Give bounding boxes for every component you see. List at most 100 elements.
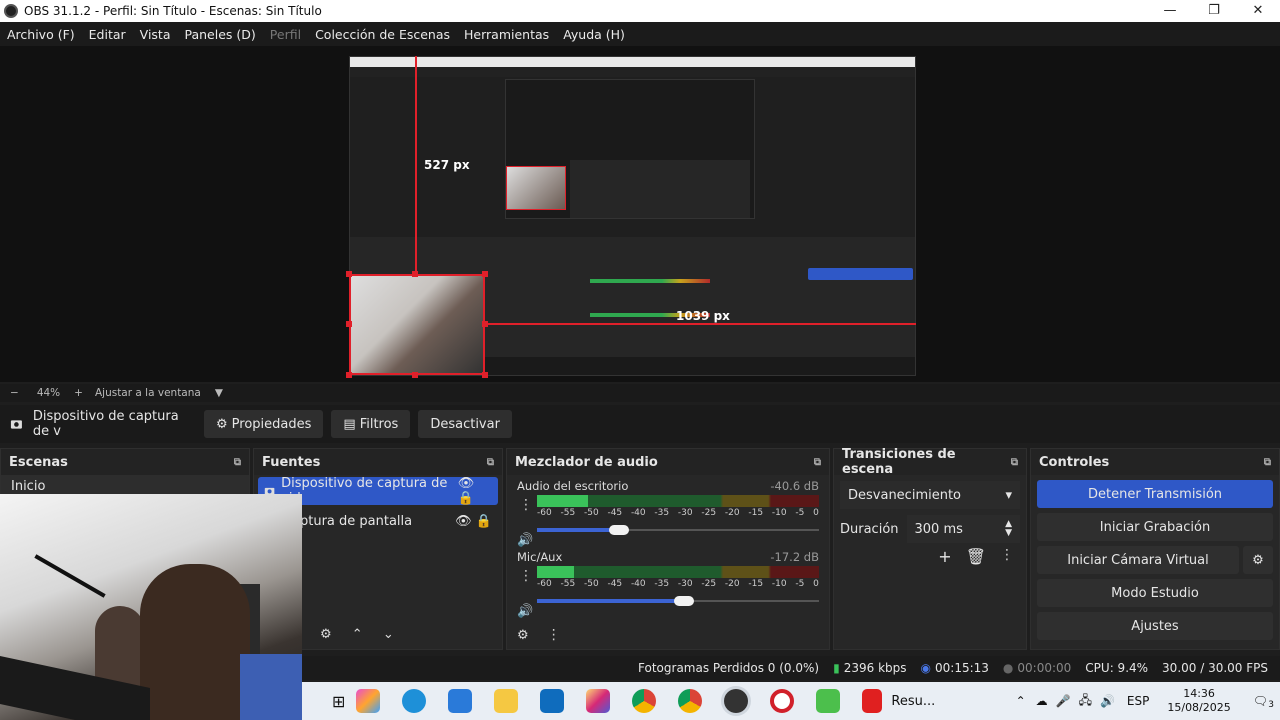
undock-icon[interactable]: ⧉ [1264,457,1271,468]
tick-label: -10 [771,579,787,589]
resize-handle-tl[interactable] [346,271,352,277]
channel-menu-icon[interactable]: ⋮ [519,568,533,584]
notification-count: 3 [1268,700,1274,710]
menu-docks[interactable]: Paneles (D) [178,27,263,42]
volume-slider[interactable] [537,522,819,538]
menu-edit[interactable]: Editar [82,27,133,42]
store-icon[interactable] [448,689,473,713]
lock-icon[interactable]: 🔒 [458,491,474,506]
trash-icon[interactable]: 🗑 [966,547,986,566]
network-icon[interactable]: 🖧 [1079,691,1092,712]
duration-value: 300 ms [914,521,963,537]
nested-webcam-thumb [506,166,566,210]
close-button[interactable]: ✕ [1236,0,1280,22]
clock[interactable]: 14:36 15/08/2025 [1167,687,1230,715]
volume-slider[interactable] [537,593,819,609]
person-foreground [140,564,250,720]
zoom-out-button[interactable]: − [10,387,19,399]
settings-button[interactable]: Ajustes [1037,612,1273,640]
undock-icon[interactable]: ⧉ [1011,457,1018,468]
resize-handle-bl[interactable] [346,372,352,378]
spin-arrows-icon[interactable]: ▲ ▼ [1005,520,1012,538]
windows-taskbar: ⊞ Resu... ⌃ ☁ 🎤 🖧 🔊 ESP 14:36 15/08/2025… [302,682,1280,720]
eye-icon[interactable]: 👁 [458,476,475,491]
menu-scene-collection[interactable]: Colección de Escenas [308,27,457,42]
undock-icon[interactable]: ⧉ [814,457,821,468]
sources-title: Fuentes [262,454,321,470]
menu-profile[interactable]: Perfil [263,27,308,42]
zoom-fit-label: Ajustar a la ventana [94,387,201,399]
virtual-camera-settings-icon[interactable]: ⚙ [1243,546,1273,574]
resize-handle-tr[interactable] [482,271,488,277]
menu-file[interactable]: Archivo (F) [0,27,82,42]
restore-button[interactable]: ❐ [1192,0,1236,22]
opera-icon[interactable] [770,689,795,713]
menu-tools[interactable]: Herramientas [457,27,556,42]
adobe-app-icon[interactable] [862,689,883,713]
outlook-icon[interactable] [540,689,565,713]
onedrive-icon[interactable]: ☁ [1036,694,1048,708]
start-virtual-camera-button[interactable]: Iniciar Cámara Virtual [1037,546,1239,574]
move-down-icon[interactable]: ⌄ [383,627,394,642]
undock-icon[interactable]: ⧉ [487,457,494,468]
mic-arm [34,554,106,598]
resize-handle-b[interactable] [412,372,418,378]
language-indicator[interactable]: ESP [1127,694,1149,708]
slider-knob[interactable] [608,525,629,535]
zoom-dropdown-icon[interactable]: ▼ [215,387,223,399]
blanket [240,654,302,720]
resize-handle-r[interactable] [482,321,488,327]
add-icon[interactable]: + [938,547,951,566]
properties-label: Propiedades [231,416,312,432]
resize-handle-t[interactable] [412,271,418,277]
selected-source-bounds[interactable] [349,274,485,375]
filters-button[interactable]: ▤ Filtros [331,410,411,438]
microphone-icon[interactable]: 🎤 [1056,694,1071,708]
chevron-up-icon[interactable]: ⌃ [1016,694,1026,708]
zoom-in-button[interactable]: + [74,387,83,399]
transition-select[interactable]: Desvanecimiento ▾ [840,481,1020,509]
chrome-profile-icon[interactable] [678,689,703,713]
obs-taskbar-icon[interactable] [724,689,749,713]
menu-view[interactable]: Vista [133,27,178,42]
stop-streaming-button[interactable]: Detener Transmisión [1037,480,1273,508]
active-app-label[interactable]: Resu... [891,694,935,709]
studio-mode-button[interactable]: Modo Estudio [1037,579,1273,607]
volume-icon[interactable]: 🔊 [1100,694,1115,708]
mixer-menu-icon[interactable]: ⋮ [547,627,561,643]
copilot-icon[interactable] [356,689,381,713]
source-settings-icon[interactable]: ⚙ [320,627,332,642]
duration-spinbox[interactable]: 300 ms ▲ ▼ [906,515,1020,543]
eye-icon[interactable]: 👁 [455,514,472,529]
transitions-dock: Transiciones de escena ⧉ Desvanecimiento… [833,447,1027,650]
transition-menu-icon[interactable]: ⋮ [1000,547,1014,566]
notifications-icon[interactable]: 🗨 3 [1253,694,1274,710]
signal-bars-icon: ▮ [833,661,840,675]
file-explorer-icon[interactable] [494,689,519,713]
instagram-icon[interactable] [586,689,611,713]
undock-icon[interactable]: ⧉ [234,457,241,468]
edge-icon[interactable] [402,689,427,713]
start-recording-button[interactable]: Iniciar Grabación [1037,513,1273,541]
move-up-icon[interactable]: ⌃ [352,627,363,642]
chrome-icon[interactable] [632,689,657,713]
channel-name: Mic/Aux [517,550,563,564]
advanced-audio-icon[interactable]: ⚙ [517,628,529,643]
transitions-title: Transiciones de escena [842,447,956,477]
resize-handle-l[interactable] [346,321,352,327]
resize-handle-br[interactable] [482,372,488,378]
speaker-icon[interactable]: 🔊 [517,604,533,619]
minimize-button[interactable]: — [1148,0,1192,22]
deactivate-button[interactable]: Desactivar [418,410,512,438]
task-view-icon[interactable]: ⊞ [332,692,345,711]
menu-help[interactable]: Ayuda (H) [556,27,632,42]
mixer-channel-mic: Mic/Aux -17.2 dB ⋮ -60 -55 -50 -45 -40 -35 -30-… [507,546,829,619]
properties-button[interactable]: ⚙ Propiedades [204,410,324,438]
vertical-distance-label: 527 px [424,158,470,172]
slider-knob[interactable] [673,596,694,606]
gear-icon: ⚙ [216,416,228,432]
channel-menu-icon[interactable]: ⋮ [519,497,533,513]
nested-preview [505,79,755,219]
android-app-icon[interactable] [816,689,841,713]
lock-icon[interactable]: 🔒 [476,514,492,529]
